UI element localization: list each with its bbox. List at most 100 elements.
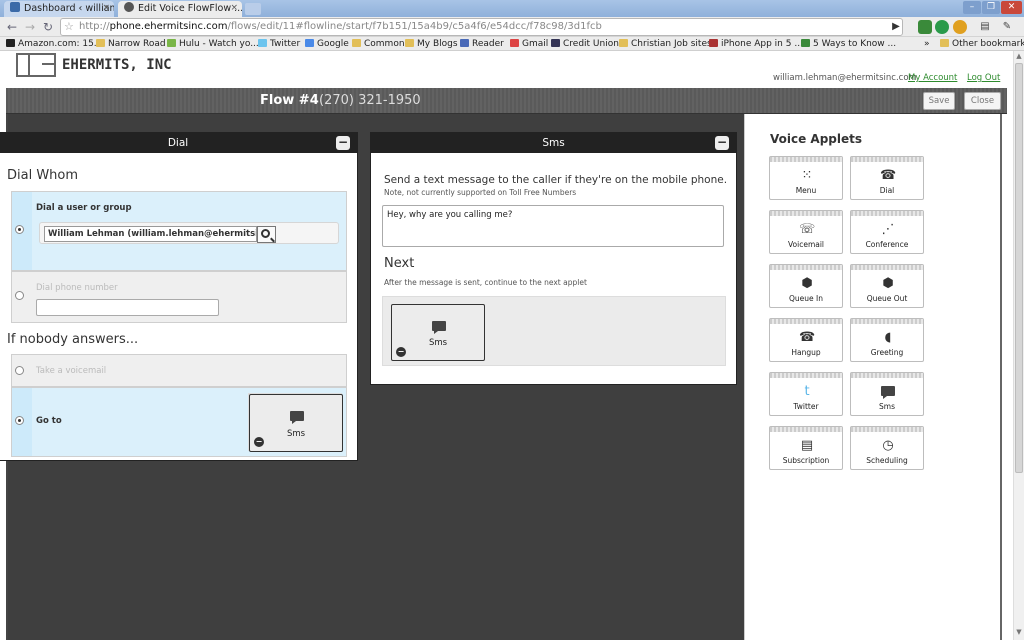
next-sms-applet[interactable]: Sms −: [391, 304, 485, 361]
remove-icon[interactable]: −: [396, 347, 406, 357]
applet-label: Sms: [286, 429, 306, 439]
panel-header: Sms −: [371, 133, 736, 153]
star-icon[interactable]: ☆: [64, 19, 74, 35]
bookmark-item[interactable]: Common: [352, 37, 405, 50]
goto-sms-applet[interactable]: Sms −: [249, 394, 343, 452]
applet-tile-subscription[interactable]: ▤ Subscription: [769, 426, 843, 470]
logo-mark-icon: [16, 53, 56, 77]
close-icon[interactable]: ×: [230, 1, 238, 16]
reader-icon: [460, 39, 469, 47]
go-arrow-icon[interactable]: ▶: [889, 20, 903, 34]
bookmark-item[interactable]: My Blogs: [405, 37, 458, 50]
new-tab-button[interactable]: [245, 3, 261, 15]
radio-goto[interactable]: [15, 416, 24, 425]
bookmark-item[interactable]: iPhone App in 5 ...: [709, 37, 803, 50]
browser-tab-dashboard[interactable]: Dashboard ‹ williaml... ×: [4, 1, 114, 17]
phone-number-input[interactable]: [36, 299, 219, 316]
save-button[interactable]: Save: [923, 92, 955, 110]
dial-user-option[interactable]: Dial a user or group William Lehman (wil…: [11, 191, 347, 271]
radio-voicemail[interactable]: [15, 366, 24, 375]
applet-tile-hangup[interactable]: ☎ Hangup: [769, 318, 843, 362]
bookmark-item[interactable]: Gmail: [510, 37, 548, 50]
applet-tile-conference[interactable]: ⋰ Conference: [850, 210, 924, 254]
applet-tile-sms[interactable]: Sms: [850, 372, 924, 416]
applet-tile-twitter[interactable]: t Twitter: [769, 372, 843, 416]
applet-tile-label: Queue In: [789, 294, 823, 303]
maximize-button[interactable]: ❐: [982, 1, 1000, 14]
option-label: Go to: [36, 416, 62, 426]
applet-tile-voicemail[interactable]: ☏ Voicemail: [769, 210, 843, 254]
bookmark-item[interactable]: Narrow Road: [96, 37, 166, 50]
bookmark-item[interactable]: Amazon.com: 15...: [6, 37, 102, 50]
applet-tile-label: Greeting: [870, 348, 904, 357]
voicemail-icon: ☏: [799, 222, 816, 237]
browser-tab-edit-flow[interactable]: Edit Voice FlowFlow ... ×: [118, 1, 242, 17]
bookmark-item[interactable]: Other bookmarks: [940, 37, 1024, 50]
address-bar[interactable]: ☆ http://phone.ehermitsinc.com/flows/edit…: [60, 18, 903, 36]
applet-tile-label: Hangup: [791, 348, 821, 357]
log-out-link[interactable]: Log Out: [967, 73, 1000, 83]
folder-icon: [352, 39, 361, 47]
page-menu-icon[interactable]: ▤: [978, 20, 992, 34]
bookmarks-overflow[interactable]: »: [924, 37, 930, 50]
applet-tile-queue-out[interactable]: ⬢ Queue Out: [850, 264, 924, 308]
bookmark-item[interactable]: 5 Ways to Know ...: [801, 37, 896, 50]
remove-icon[interactable]: −: [254, 437, 264, 447]
applet-tile-scheduling[interactable]: ◷ Scheduling: [850, 426, 924, 470]
applet-tile-greeting[interactable]: ◖ Greeting: [850, 318, 924, 362]
user-picker-value[interactable]: William Lehman (william.lehman@ehermitsi…: [44, 226, 257, 242]
bookmark-item[interactable]: Credit Union: [551, 37, 619, 50]
search-button[interactable]: [257, 226, 276, 243]
panel-title: Sms: [542, 137, 565, 149]
bookmark-item[interactable]: Twitter: [258, 37, 300, 50]
radio-dial-phone[interactable]: [15, 291, 24, 300]
applet-tile-dial[interactable]: ☎ Dial: [850, 156, 924, 200]
radio-dial-user[interactable]: [15, 225, 24, 234]
applet-tile-menu[interactable]: ⁙ Menu: [769, 156, 843, 200]
close-button[interactable]: Close: [964, 92, 1001, 110]
amazon-icon: [6, 39, 15, 47]
gmail-icon: [510, 39, 519, 47]
wrench-icon[interactable]: ✎: [1000, 20, 1014, 34]
scroll-down-icon[interactable]: ▼: [1014, 628, 1024, 638]
flow-title: Flow #4: [260, 93, 319, 108]
applet-tile-queue-in[interactable]: ⬢ Queue In: [769, 264, 843, 308]
applet-tile-label: Scheduling: [866, 456, 908, 465]
minimize-button[interactable]: –: [963, 1, 981, 14]
conference-icon: ⋰: [881, 222, 895, 237]
phone-handset-icon: ☎: [880, 168, 897, 183]
credit-union-icon: [551, 39, 560, 47]
applet-tile-label: Conference: [865, 240, 909, 249]
reload-icon[interactable]: ↻: [40, 19, 56, 35]
bookmark-item[interactable]: Google: [305, 37, 349, 50]
sms-icon: [290, 411, 304, 424]
option-label: Dial phone number: [36, 283, 118, 293]
bookmark-item[interactable]: Christian Job sites: [619, 37, 712, 50]
close-icon[interactable]: ×: [102, 1, 110, 16]
goto-option[interactable]: Go to Sms −: [11, 387, 347, 457]
minus-icon[interactable]: −: [336, 136, 350, 150]
sms-icon: [432, 321, 446, 334]
sms-message-textarea[interactable]: Hey, why are you calling me?: [382, 205, 724, 247]
panel-header: Dial −: [0, 133, 357, 153]
page-scrollbar[interactable]: ▲ ▼: [1013, 51, 1024, 640]
clock-icon: ◷: [882, 438, 894, 453]
my-account-link[interactable]: My Account: [908, 73, 957, 83]
scroll-up-icon[interactable]: ▲: [1014, 52, 1024, 62]
dial-phone-option[interactable]: Dial phone number: [11, 271, 347, 323]
forward-arrow-icon[interactable]: →: [22, 19, 38, 35]
bookmark-item[interactable]: Reader: [460, 37, 504, 50]
scrollbar-thumb[interactable]: [1015, 63, 1023, 473]
extension-icon[interactable]: [918, 20, 932, 34]
voicemail-option[interactable]: Take a voicemail: [11, 354, 347, 387]
phone-icon: [124, 2, 134, 12]
next-dropzone[interactable]: Sms −: [382, 296, 726, 366]
extension-icon[interactable]: [935, 20, 949, 34]
minus-icon[interactable]: −: [715, 136, 729, 150]
goto-dropzone[interactable]: Sms −: [248, 393, 343, 452]
back-arrow-icon[interactable]: ←: [4, 19, 20, 35]
user-picker[interactable]: William Lehman (william.lehman@ehermitsi…: [39, 222, 339, 244]
bookmark-item[interactable]: Hulu - Watch yo...: [167, 37, 259, 50]
window-close-button[interactable]: ✕: [1001, 1, 1022, 14]
extension-icon[interactable]: [953, 20, 967, 34]
